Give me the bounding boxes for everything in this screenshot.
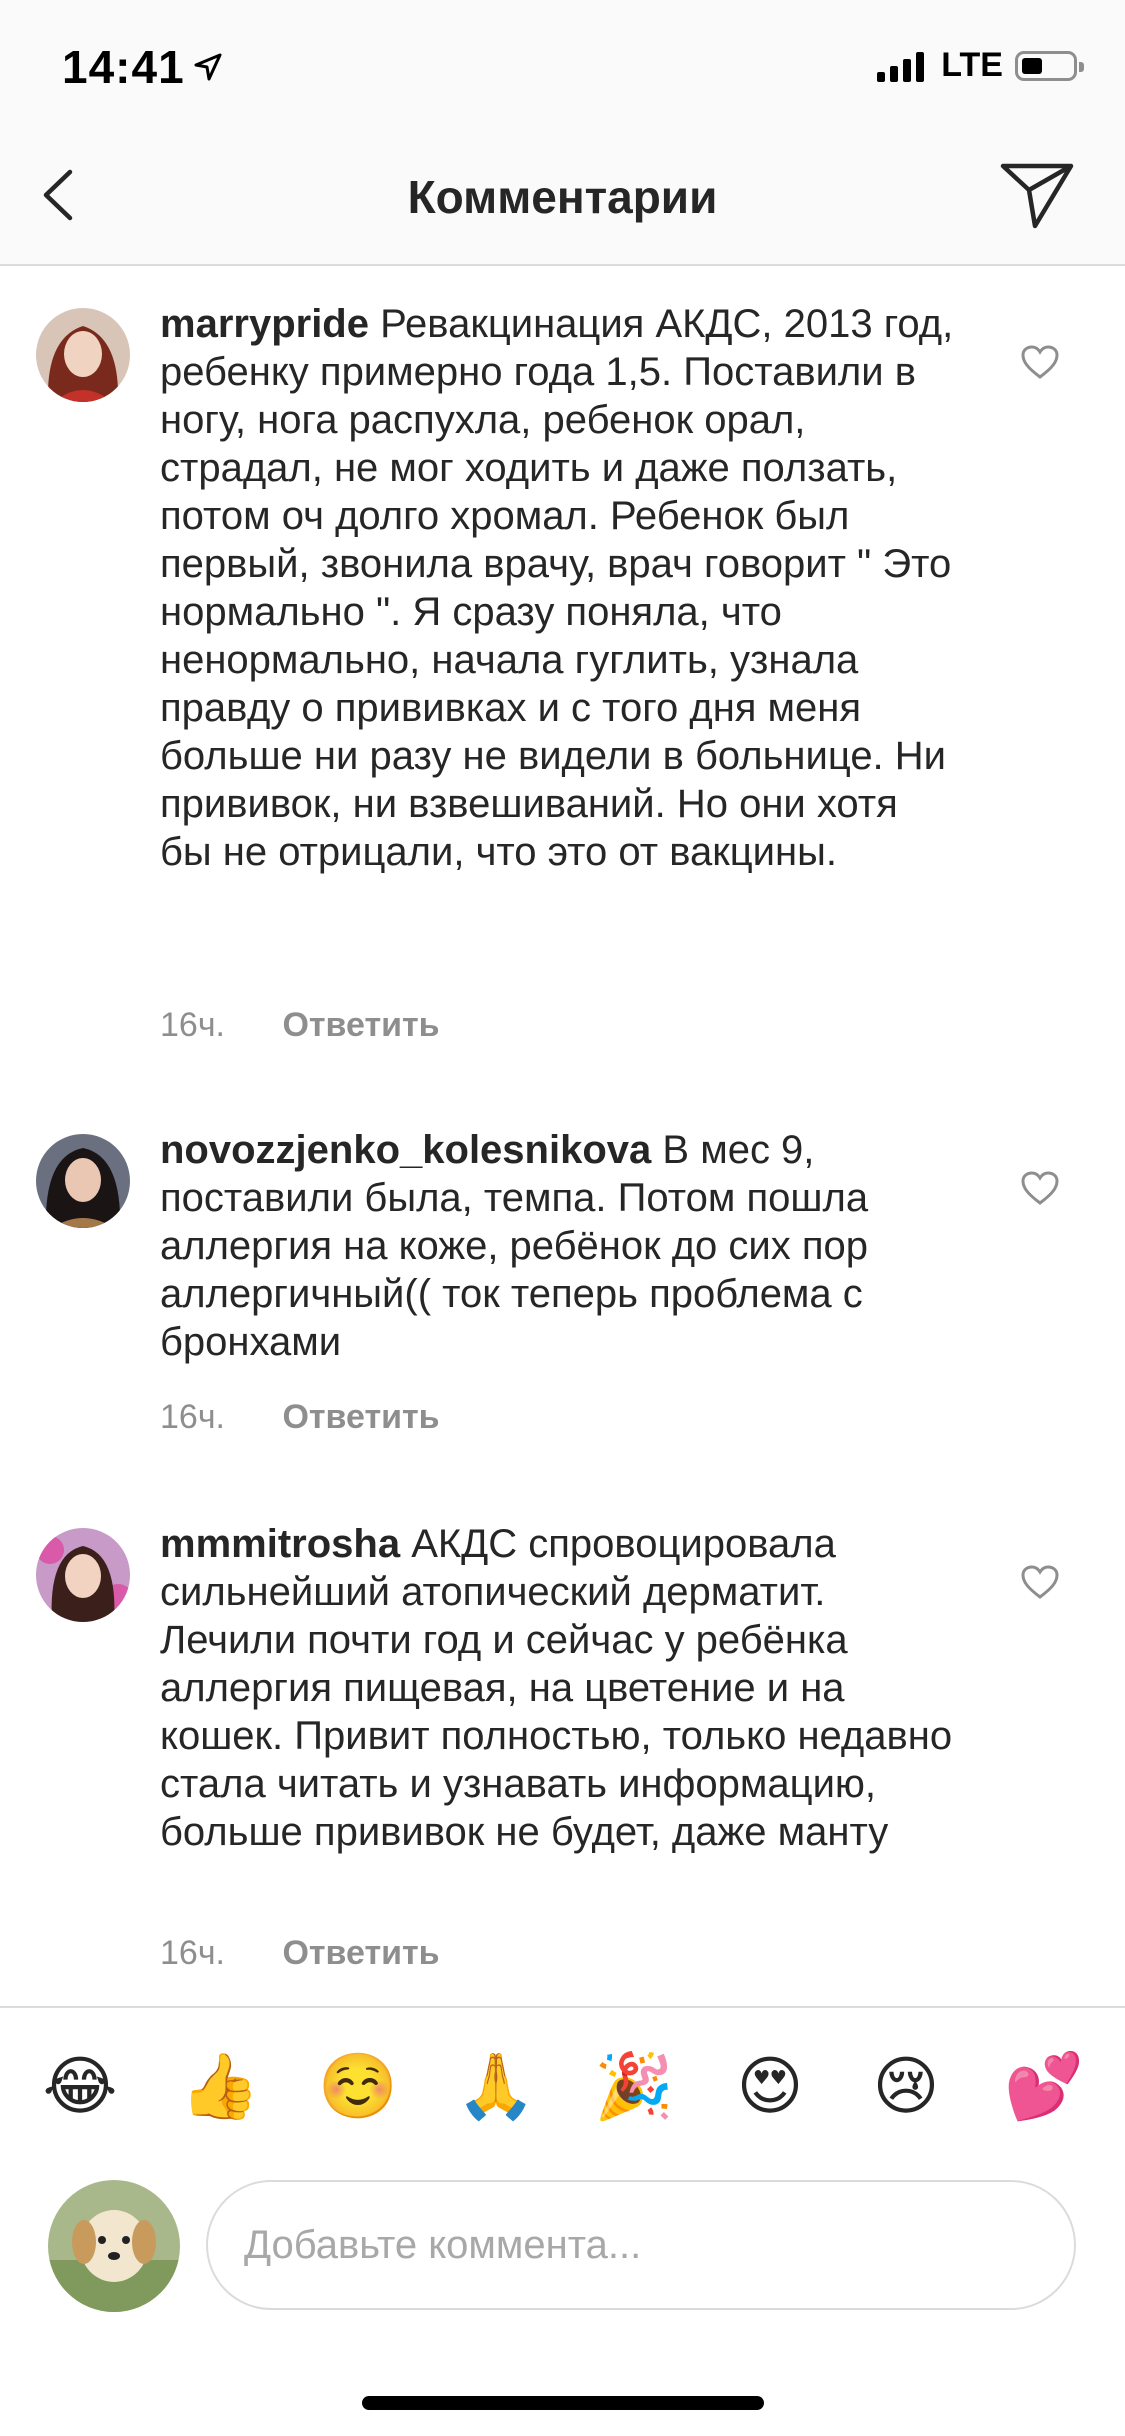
comment-username[interactable]: marrypride xyxy=(160,302,369,346)
like-heart-icon[interactable] xyxy=(1020,1564,1060,1600)
comment-body: mmmitrosha АКДС спровоцировала сильнейши… xyxy=(160,1520,960,1856)
battery-icon xyxy=(1015,50,1084,81)
emoji-tears-of-joy-icon[interactable]: 😂 xyxy=(42,2048,118,2124)
network-type: LTE xyxy=(941,46,1003,84)
location-arrow-icon xyxy=(194,53,222,81)
emoji-two-hearts-icon[interactable]: 💕 xyxy=(1004,2048,1084,2124)
reply-button[interactable]: Ответить xyxy=(282,1398,439,1436)
cellular-signal-icon xyxy=(877,50,929,82)
comment-time: 16ч. xyxy=(160,1934,225,1972)
comment-text: Ревакцинация АКДС, 2013 год, ребенку при… xyxy=(160,302,954,874)
comment-meta: 16ч. Ответить xyxy=(160,1398,440,1437)
app-header: 14:41 LTE Комментарии xyxy=(0,0,1125,266)
like-heart-icon[interactable] xyxy=(1020,344,1060,380)
emoji-smiling-icon[interactable]: ☺️ xyxy=(318,2048,398,2124)
emoji-folded-hands-icon[interactable]: 🙏 xyxy=(456,2048,536,2124)
comment-body: novozzjenko_kolesnikova В мес 9, постави… xyxy=(160,1126,960,1366)
avatar[interactable] xyxy=(36,1134,130,1228)
reply-button[interactable]: Ответить xyxy=(282,1006,439,1044)
emoji-crying-icon[interactable]: 😢 xyxy=(868,2048,944,2124)
comment-input[interactable] xyxy=(206,2180,1076,2310)
avatar[interactable] xyxy=(36,308,130,402)
comment-username[interactable]: novozzjenko_kolesnikova xyxy=(160,1128,651,1172)
comment-time: 16ч. xyxy=(160,1006,225,1044)
comment-body: marrypride Ревакцинация АКДС, 2013 год, … xyxy=(160,300,960,876)
status-indicators: LTE xyxy=(877,46,1084,85)
comment-time: 16ч. xyxy=(160,1398,225,1436)
emoji-reaction-bar: 😂 👍 ☺️ 🙏 🎉 😍 😢 💕 xyxy=(0,2006,1125,2128)
home-indicator[interactable] xyxy=(362,2396,764,2410)
comment-meta: 16ч. Ответить xyxy=(160,1006,440,1045)
comment-text: АКДС спровоцировала сильнейший атопическ… xyxy=(160,1522,953,1854)
reply-button[interactable]: Ответить xyxy=(282,1934,439,1972)
emoji-thumbs-up-icon[interactable]: 👍 xyxy=(180,2048,260,2124)
current-user-avatar xyxy=(48,2180,180,2312)
comment-meta: 16ч. Ответить xyxy=(160,1934,440,1973)
page-title: Комментарии xyxy=(407,171,718,223)
like-heart-icon[interactable] xyxy=(1020,1170,1060,1206)
status-time: 14:41 xyxy=(62,40,223,94)
emoji-heart-eyes-icon[interactable]: 😍 xyxy=(732,2048,808,2124)
avatar[interactable] xyxy=(36,1528,130,1622)
status-time-text: 14:41 xyxy=(62,41,185,93)
direct-share-button[interactable] xyxy=(999,160,1075,230)
comment-username[interactable]: mmmitrosha xyxy=(160,1522,400,1566)
emoji-party-popper-icon[interactable]: 🎉 xyxy=(594,2048,674,2124)
